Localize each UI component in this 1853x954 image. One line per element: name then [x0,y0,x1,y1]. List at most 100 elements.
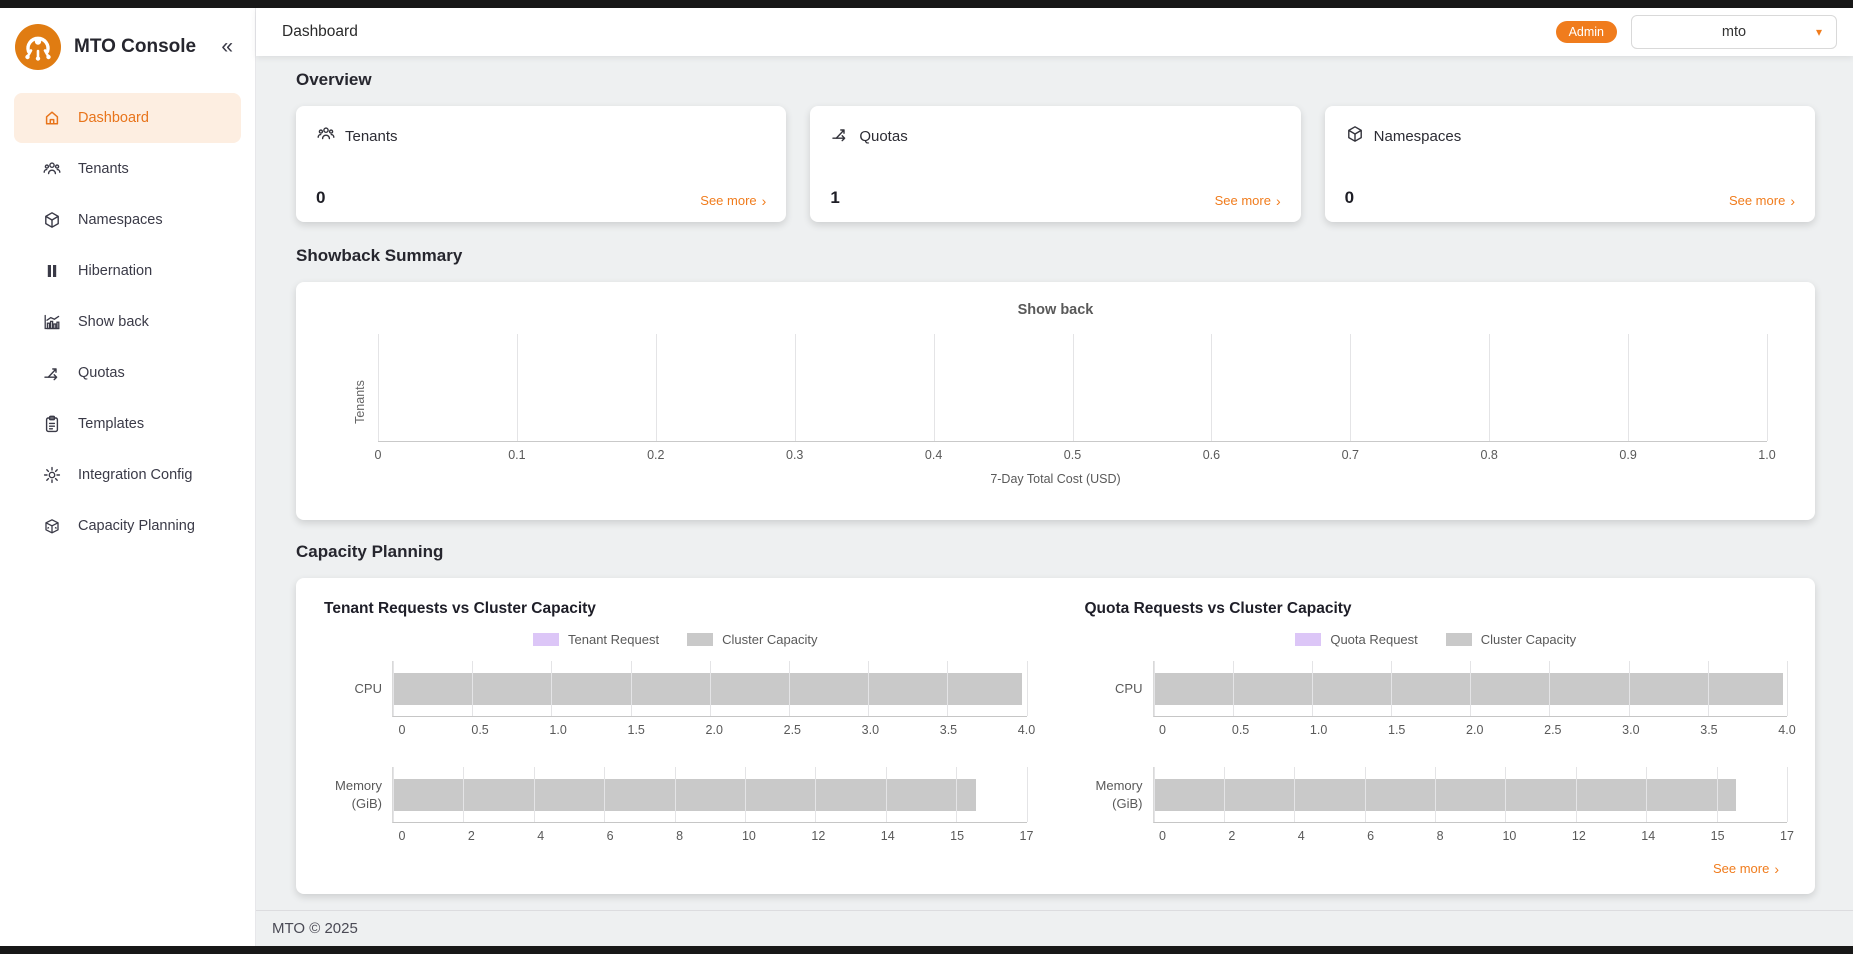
showback-chart-icon [42,312,62,332]
axis-tick-label: 0.9 [1619,448,1636,462]
tenants-see-more-link[interactable]: See more› [700,193,766,208]
axis-tick-label: 4 [537,829,544,843]
namespaces-count: 0 [1345,188,1354,208]
sidebar-item-templates[interactable]: Templates [14,399,241,449]
quotas-see-more-link[interactable]: See more› [1215,193,1281,208]
capacity-planning-icon [42,516,62,536]
gridline [956,767,957,822]
sidebar-item-dashboard[interactable]: Dashboard [14,93,241,143]
sidebar-item-quotas[interactable]: Quotas [14,348,241,398]
cpu-row-label: CPU [324,680,392,698]
gridline [934,334,935,441]
legend-label: Cluster Capacity [1481,632,1576,647]
quotas-icon [42,363,62,383]
sidebar-item-namespaces[interactable]: Namespaces [14,195,241,245]
axis-tick-label: 2.5 [1544,723,1561,737]
cpu-capacity-bar [1154,673,1783,705]
sidebar-collapse-button[interactable]: « [213,35,241,59]
namespaces-icon [1345,124,1365,148]
axis-tick-label: 1.0 [549,723,566,737]
axis-tick-label: 0.2 [647,448,664,462]
showback-chart-title: Show back [326,302,1785,318]
showback-x-axis-label: 7-Day Total Cost (USD) [326,472,1785,486]
cluster-capacity-swatch [1446,633,1472,646]
sidebar: MTO Console « Dashboard Tenants Namesp [0,8,256,946]
gridline [1505,767,1506,822]
axis-tick-label: 14 [1641,829,1655,843]
axis-tick-label: 17 [1780,829,1794,843]
showback-plot-area [378,334,1767,442]
home-icon [42,108,62,128]
sidebar-item-label: Show back [78,314,149,330]
gridline [378,334,379,441]
logo-row: MTO Console « [0,8,255,86]
memory-capacity-bar [393,779,976,811]
cluster-capacity-swatch [687,633,713,646]
tenants-icon [316,124,336,148]
gridline [1312,661,1313,716]
chevron-down-icon: ▾ [1816,25,1822,39]
tenants-card: Tenants 0 See more› [296,106,786,222]
sidebar-item-label: Capacity Planning [78,518,195,534]
axis-tick-label: 8 [676,829,683,843]
gridline [534,767,535,822]
page-title: Dashboard [282,23,358,41]
chart-title: Tenant Requests vs Cluster Capacity [324,600,1027,618]
axis-tick-label: 0.7 [1342,448,1359,462]
axis-tick-label: 4.0 [1778,723,1795,737]
window-top-bar [0,0,1853,8]
gridline [1628,334,1629,441]
gridline [886,767,887,822]
gridline [472,661,473,716]
capacity-see-more-link[interactable]: See more› [1713,861,1779,876]
namespaces-see-more-link[interactable]: See more› [1729,193,1795,208]
axis-tick-label: 14 [881,829,895,843]
memory-axis-ticks: 024681012141517 [1163,829,1788,851]
axis-tick-label: 3.5 [940,723,957,737]
showback-x-axis-ticks: 00.10.20.30.40.50.60.70.80.91.0 [378,448,1767,470]
gridline [1391,661,1392,716]
gridline [463,767,464,822]
capacity-planning-card: Tenant Requests vs Cluster Capacity Tena… [296,578,1815,894]
showback-heading: Showback Summary [296,246,1815,266]
axis-tick-label: 3.5 [1700,723,1717,737]
gridline [815,767,816,822]
templates-clipboard-icon [42,414,62,434]
axis-tick-label: 0 [1159,723,1166,737]
gear-icon [42,465,62,485]
sidebar-item-integration-config[interactable]: Integration Config [14,450,241,500]
gridline [1646,767,1647,822]
axis-tick-label: 10 [742,829,756,843]
gridline [631,661,632,716]
gridline [1027,767,1028,822]
axis-tick-label: 0 [399,723,406,737]
sidebar-item-label: Tenants [78,161,129,177]
axis-tick-label: 6 [607,829,614,843]
gridline [1294,767,1295,822]
cpu-row-label: CPU [1085,680,1153,698]
app-title: MTO Console [74,36,213,58]
sidebar-item-label: Namespaces [78,212,163,228]
memory-capacity-bar [1154,779,1737,811]
sidebar-menu: Dashboard Tenants Namespaces Hibernation [0,86,255,558]
gridline [517,334,518,441]
gridline [1211,334,1212,441]
gridline [1708,661,1709,716]
chart-title: Quota Requests vs Cluster Capacity [1085,600,1788,618]
dashboard-content: Overview Tenants 0 See more› [256,56,1853,910]
cpu-axis-ticks: 00.51.01.52.02.53.03.54.0 [1163,723,1788,745]
overview-heading: Overview [296,70,1815,90]
sidebar-item-tenants[interactable]: Tenants [14,144,241,194]
tenant-dropdown[interactable]: mto ▾ [1631,15,1837,49]
page-header: Dashboard Admin mto ▾ [256,8,1853,56]
memory-axis-ticks: 024681012141517 [402,829,1027,851]
gridline [1154,767,1155,822]
sidebar-item-showback[interactable]: Show back [14,297,241,347]
gridline [1435,767,1436,822]
sidebar-item-capacity-planning[interactable]: Capacity Planning [14,501,241,551]
admin-role-badge: Admin [1556,21,1617,43]
axis-tick-label: 17 [1020,829,1034,843]
sidebar-item-hibernation[interactable]: Hibernation [14,246,241,296]
legend-label: Tenant Request [568,632,659,647]
axis-tick-label: 0.5 [1232,723,1249,737]
